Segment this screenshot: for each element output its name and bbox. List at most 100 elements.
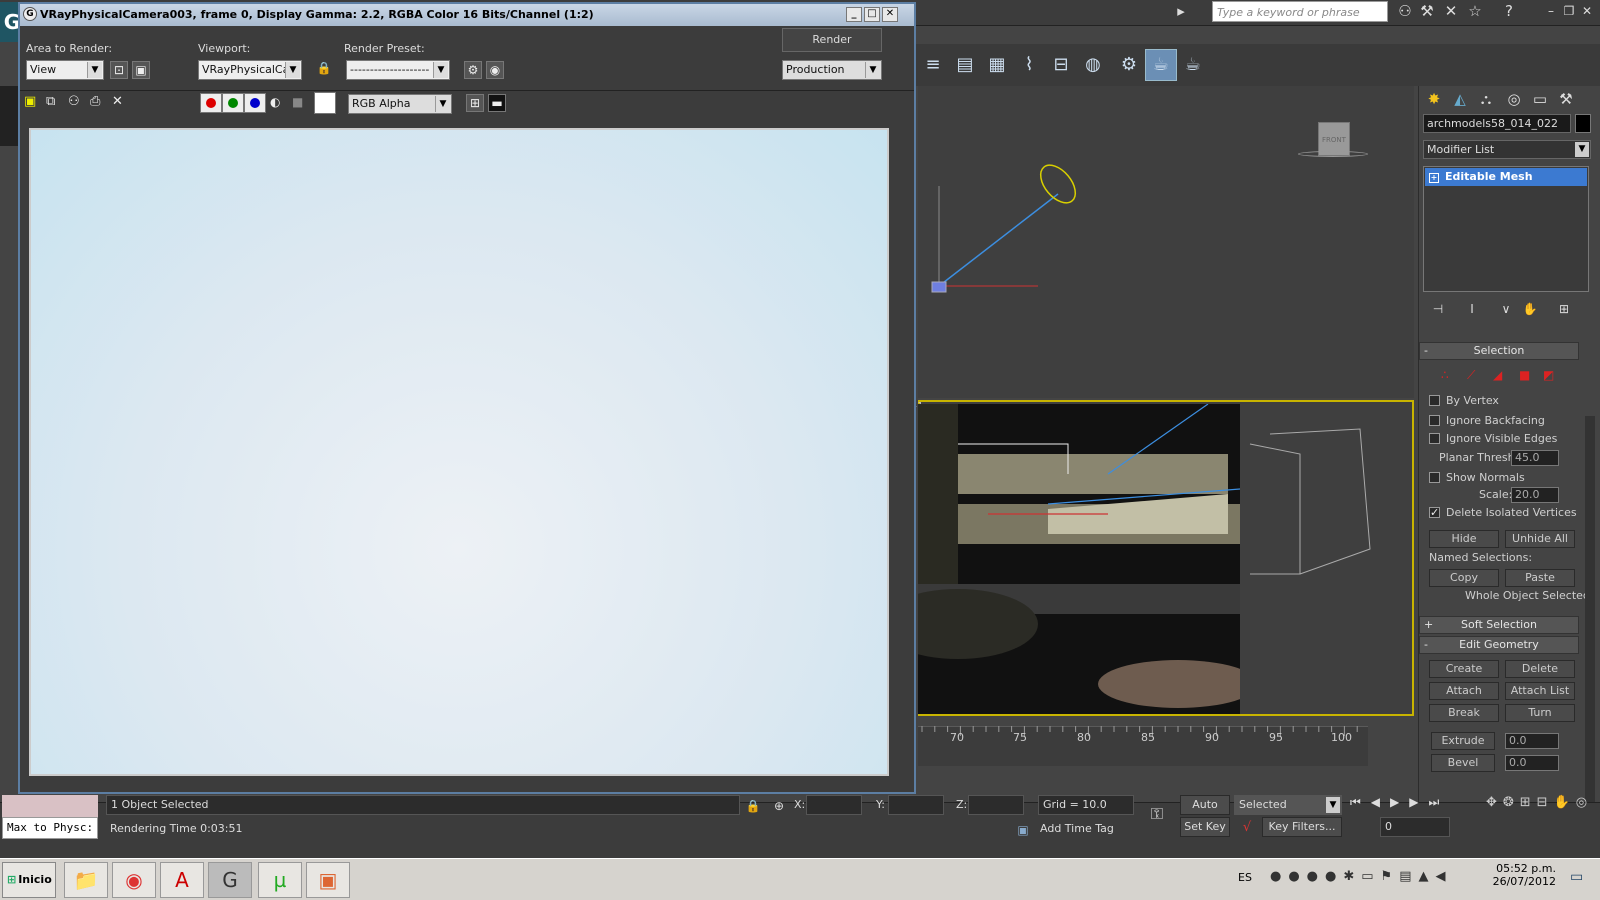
- maxscript-input[interactable]: Max to Physc:: [2, 817, 98, 839]
- 3dsmax-task-icon[interactable]: G: [208, 862, 252, 898]
- transform-mode-icon[interactable]: ⊕: [768, 795, 790, 817]
- help-icon[interactable]: ?: [1498, 0, 1520, 22]
- modify-tab-icon[interactable]: ◭: [1449, 88, 1471, 110]
- modifier-stack[interactable]: + Editable Mesh: [1423, 166, 1589, 292]
- dialog-title-bar[interactable]: G VRayPhysicalCamera003, frame 0, Displa…: [20, 4, 914, 26]
- unhide-all-button[interactable]: Unhide All: [1505, 530, 1575, 548]
- panel-scrollbar[interactable]: [1585, 416, 1595, 802]
- environment-icon[interactable]: ◉: [486, 61, 504, 79]
- language-indicator[interactable]: ES: [1238, 871, 1252, 884]
- save-icon[interactable]: ▣: [24, 94, 36, 109]
- channel-display-dropdown[interactable]: RGB Alpha ▼: [348, 94, 452, 114]
- render-production-icon[interactable]: ☕: [1177, 49, 1209, 81]
- maximize-button[interactable]: □: [864, 7, 880, 22]
- fullscreen-icon[interactable]: ▬: [488, 94, 506, 112]
- edit-geometry-rollout-header[interactable]: - Edit Geometry: [1419, 636, 1579, 654]
- vertex-icon[interactable]: ∴: [1441, 368, 1449, 382]
- chevron-down-icon[interactable]: ▼: [1326, 797, 1340, 813]
- face-icon[interactable]: ◢: [1493, 368, 1502, 382]
- chevron-down-icon[interactable]: ▼: [865, 62, 880, 78]
- start-button[interactable]: ⊞ Inicio: [2, 862, 56, 898]
- create-tab-icon[interactable]: ✸: [1423, 88, 1445, 110]
- green-channel-toggle[interactable]: [222, 93, 244, 113]
- render-button[interactable]: Render: [782, 28, 882, 52]
- motion-tab-icon[interactable]: ◎: [1503, 88, 1525, 110]
- lock-viewport-icon[interactable]: 🔒: [316, 61, 332, 79]
- x-coordinate-field[interactable]: [806, 795, 862, 815]
- extrude-spinner[interactable]: 0.0: [1505, 733, 1559, 749]
- attach-list-button[interactable]: Attach List: [1505, 682, 1575, 700]
- viewport-dropdown[interactable]: VRayPhysicalCam ▼: [198, 60, 302, 80]
- ignore-visible-edges-checkbox[interactable]: Ignore Visible Edges: [1429, 430, 1557, 448]
- checkbox-box[interactable]: [1429, 395, 1440, 406]
- minimize-button[interactable]: _: [846, 7, 862, 22]
- object-name-field[interactable]: archmodels58_014_022: [1423, 114, 1571, 133]
- satellite-icon[interactable]: ✕: [1440, 0, 1462, 22]
- powerpoint-task-icon[interactable]: ▣: [306, 862, 350, 898]
- layer-manager-icon[interactable]: ▤: [949, 49, 981, 81]
- area-to-render-dropdown[interactable]: View ▼: [26, 60, 104, 80]
- viewport-nav-controls[interactable]: ✥❂⊞⊟✋◎: [1486, 795, 1596, 835]
- maxscript-listener-pane[interactable]: [2, 795, 98, 817]
- key-icon[interactable]: ⚿: [1146, 803, 1168, 825]
- render-type-dropdown[interactable]: Production ▼: [782, 60, 882, 80]
- bevel-spinner[interactable]: 0.0: [1505, 755, 1559, 771]
- print-icon[interactable]: ⎙: [90, 94, 100, 109]
- scale-spinner[interactable]: 20.0: [1511, 487, 1559, 503]
- set-key-button[interactable]: Set Key: [1180, 817, 1230, 837]
- schematic-view-icon[interactable]: ⊟: [1045, 49, 1077, 81]
- y-coordinate-field[interactable]: [888, 795, 944, 815]
- monochrome-icon[interactable]: ■: [292, 95, 303, 109]
- checkbox-box[interactable]: [1429, 415, 1440, 426]
- stack-item-editable-mesh[interactable]: + Editable Mesh: [1425, 168, 1587, 186]
- bevel-button[interactable]: Bevel: [1431, 754, 1495, 772]
- pin-stack-icon[interactable]: ⊣: [1427, 298, 1449, 320]
- ignore-backfacing-checkbox[interactable]: Ignore Backfacing: [1429, 412, 1545, 430]
- close-icon[interactable]: ✕: [1576, 0, 1598, 22]
- planar-thresh-spinner[interactable]: 45.0: [1511, 450, 1559, 466]
- auto-key-button[interactable]: Auto Key: [1180, 795, 1230, 829]
- curve-editor-icon[interactable]: ⌇: [1013, 49, 1045, 81]
- z-coordinate-field[interactable]: [968, 795, 1024, 815]
- selection-rollout-header[interactable]: - Selection: [1419, 342, 1579, 360]
- make-unique-icon[interactable]: ∨: [1495, 298, 1517, 320]
- show-end-result-icon[interactable]: Ⅰ: [1461, 298, 1483, 320]
- delete-button[interactable]: Delete: [1505, 660, 1575, 678]
- render-setup-icon[interactable]: ⚙: [1113, 49, 1145, 81]
- edge-icon[interactable]: ⟋: [1467, 368, 1475, 383]
- scene-explorer-icon[interactable]: ▦: [981, 49, 1013, 81]
- clear-icon[interactable]: ✕: [112, 94, 123, 109]
- lock-icon[interactable]: 🔒: [742, 795, 764, 817]
- timeline-ruler[interactable]: 70 75 80 85 90 95 100: [918, 726, 1368, 766]
- soft-selection-rollout-header[interactable]: + Soft Selection: [1419, 616, 1579, 634]
- hide-button[interactable]: Hide: [1429, 530, 1499, 548]
- hierarchy-tab-icon[interactable]: ⛬: [1475, 88, 1497, 110]
- show-desktop-icon[interactable]: ▭: [1570, 869, 1590, 889]
- render-frame-icon[interactable]: ☕: [1145, 49, 1177, 81]
- checkbox-box[interactable]: [1429, 433, 1440, 444]
- paste-button[interactable]: Paste: [1505, 569, 1575, 587]
- copy-button[interactable]: Copy: [1429, 569, 1499, 587]
- utilities-tab-icon[interactable]: ⚒: [1555, 88, 1577, 110]
- checkbox-box[interactable]: [1429, 472, 1440, 483]
- tools-icon[interactable]: ⚒: [1416, 0, 1438, 22]
- autocad-task-icon[interactable]: A: [160, 862, 204, 898]
- configure-sets-icon[interactable]: ⊞: [1553, 298, 1575, 320]
- key-filters-button[interactable]: Key Filters...: [1262, 817, 1342, 837]
- turn-button[interactable]: Turn: [1505, 704, 1575, 722]
- element-icon[interactable]: ◩: [1543, 368, 1554, 382]
- red-channel-toggle[interactable]: [200, 93, 222, 113]
- display-toggle-icon[interactable]: ⊞: [466, 94, 484, 112]
- break-button[interactable]: Break: [1429, 704, 1499, 722]
- chevron-down-icon[interactable]: ▼: [435, 96, 450, 112]
- star-icon[interactable]: ☆: [1464, 0, 1486, 22]
- edit-region-icon[interactable]: ⊡: [110, 61, 128, 79]
- material-editor-icon[interactable]: ◍: [1077, 49, 1109, 81]
- blue-channel-toggle[interactable]: [244, 93, 266, 113]
- auto-region-icon[interactable]: ▣: [132, 61, 150, 79]
- add-time-tag[interactable]: Add Time Tag: [1040, 819, 1136, 839]
- alpha-channel-icon[interactable]: ◐: [270, 95, 280, 109]
- arrow-right-icon[interactable]: ▸: [1170, 0, 1192, 22]
- top-viewport[interactable]: FRONT: [918, 86, 1414, 398]
- chevron-down-icon[interactable]: ▼: [433, 62, 448, 78]
